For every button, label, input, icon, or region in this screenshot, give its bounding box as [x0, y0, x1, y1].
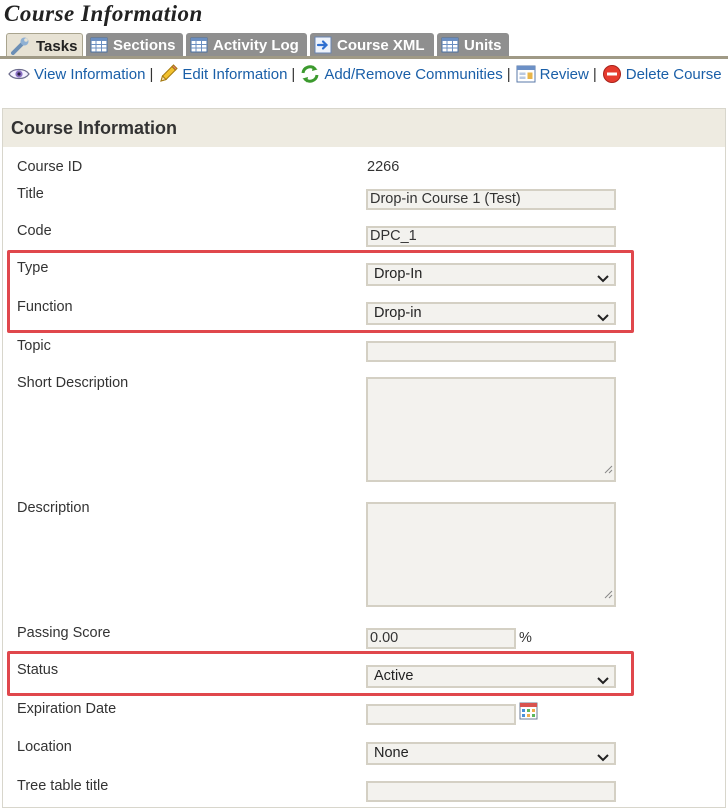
pencil-icon: [158, 64, 179, 84]
table-icon: [441, 37, 459, 53]
delete-course-label: Delete Course: [625, 65, 722, 83]
add-remove-communities-link[interactable]: Add/Remove Communities: [300, 64, 503, 84]
location-select[interactable]: None: [366, 742, 616, 765]
location-select-value: None: [374, 745, 409, 761]
edit-information-link[interactable]: Edit Information: [158, 64, 287, 84]
chevron-down-icon: [597, 749, 609, 768]
tab-label: Units: [464, 36, 502, 54]
percent-unit: %: [519, 630, 532, 646]
add-remove-communities-label: Add/Remove Communities: [324, 65, 503, 83]
status-label: Status: [17, 662, 59, 678]
panel-heading: Course Information: [11, 118, 178, 138]
tab-label: Sections: [113, 36, 176, 54]
topic-input[interactable]: [366, 341, 616, 362]
table-icon: [190, 37, 208, 53]
tab-bar-underline: [0, 56, 728, 59]
passing-score-label: Passing Score: [17, 625, 111, 641]
table-icon: [90, 37, 108, 53]
passing-score-input[interactable]: 0.00: [366, 628, 516, 649]
code-label: Code: [17, 223, 52, 239]
panel-header: Course Information: [3, 109, 725, 147]
chevron-down-icon: [597, 672, 609, 691]
function-select-value: Drop-in: [374, 305, 422, 321]
tab-label: Tasks: [36, 37, 78, 55]
action-separator: |: [592, 65, 597, 83]
action-separator: |: [291, 65, 296, 83]
tab-units[interactable]: Units: [437, 33, 509, 57]
short-description-label: Short Description: [17, 375, 129, 391]
course-id-value: 2266: [367, 159, 400, 175]
description-label: Description: [17, 500, 90, 516]
location-label: Location: [17, 739, 72, 755]
description-textarea[interactable]: [366, 502, 616, 607]
function-label: Function: [17, 299, 73, 315]
title-label: Title: [17, 186, 44, 202]
chevron-down-icon: [597, 309, 609, 328]
action-bar: View Information | Edit Information | Ad…: [8, 64, 722, 84]
calendar-icon[interactable]: [519, 702, 538, 720]
chevron-down-icon: [597, 270, 609, 289]
topic-label: Topic: [17, 338, 51, 354]
review-form-icon: [516, 65, 536, 83]
wrench-icon: [11, 37, 31, 55]
tab-course-xml[interactable]: Course XML: [310, 33, 434, 57]
status-select-value: Active: [374, 668, 414, 684]
tab-sections[interactable]: Sections: [86, 33, 183, 57]
tab-tasks[interactable]: Tasks: [6, 33, 83, 58]
review-label: Review: [539, 65, 589, 83]
delete-icon: [602, 64, 622, 84]
view-information-label: View Information: [34, 65, 146, 83]
tab-label: Activity Log: [213, 36, 299, 54]
tab-activity-log[interactable]: Activity Log: [186, 33, 307, 57]
action-separator: |: [506, 65, 511, 83]
view-information-link[interactable]: View Information: [8, 66, 145, 83]
tab-bar: Tasks Sections Activity Log Course XML U…: [6, 33, 509, 58]
action-separator: |: [149, 65, 154, 83]
tree-table-title-label: Tree table title: [17, 778, 109, 794]
title-input[interactable]: Drop-in Course 1 (Test): [366, 189, 616, 210]
xml-arrow-icon: [314, 36, 332, 54]
tree-table-title-input[interactable]: [366, 781, 616, 802]
resize-grip-icon[interactable]: [603, 461, 613, 479]
expiration-date-label: Expiration Date: [17, 701, 117, 717]
refresh-arrows-icon: [300, 64, 320, 84]
review-link[interactable]: Review: [516, 65, 589, 83]
expiration-date-input[interactable]: [366, 704, 516, 725]
status-select[interactable]: Active: [366, 665, 616, 688]
type-label: Type: [17, 260, 49, 276]
function-select[interactable]: Drop-in: [366, 302, 616, 325]
short-description-textarea[interactable]: [366, 377, 616, 482]
eye-icon: [8, 67, 30, 81]
course-id-label: Course ID: [17, 159, 83, 175]
type-select[interactable]: Drop-In: [366, 263, 616, 286]
resize-grip-icon[interactable]: [603, 586, 613, 604]
edit-information-label: Edit Information: [182, 65, 288, 83]
delete-course-link[interactable]: Delete Course: [602, 64, 722, 84]
code-input[interactable]: DPC_1: [366, 226, 616, 247]
tab-label: Course XML: [337, 36, 425, 54]
type-select-value: Drop-In: [374, 266, 423, 282]
page-title: Course Information: [4, 1, 203, 26]
